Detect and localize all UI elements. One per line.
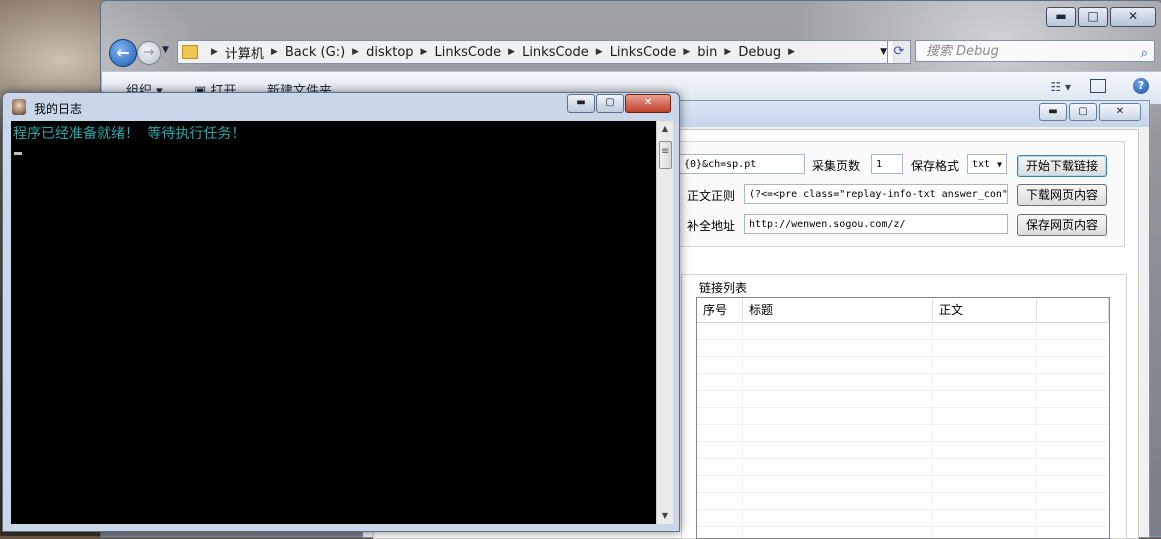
table-row <box>697 425 1109 442</box>
table-row <box>697 476 1109 493</box>
console-minimize-button[interactable]: ▬ <box>567 94 595 113</box>
history-dropdown-icon[interactable]: ▼ <box>162 45 169 55</box>
table-row <box>697 527 1109 538</box>
address-bar[interactable]: ▶ 计算机 ▶ Back (G:) ▶ disktop ▶ LinksCode … <box>177 40 894 64</box>
chevron-right-icon[interactable]: ▶ <box>683 47 690 57</box>
table-row <box>697 493 1109 510</box>
chevron-right-icon[interactable]: ▶ <box>352 47 359 57</box>
format-select[interactable]: txt ▼ <box>967 154 1007 174</box>
close-button[interactable]: ✕ <box>1110 7 1156 27</box>
regex-label: 正文正则 <box>687 189 736 203</box>
chevron-down-icon: ▼ <box>997 160 1002 169</box>
forward-arrow-icon[interactable]: → <box>137 41 161 65</box>
pages-input[interactable]: 1 <box>871 154 903 174</box>
console-scrollbar[interactable]: ▲ ▼ <box>656 121 673 524</box>
text-cursor <box>14 152 22 155</box>
breadcrumb-linkscode-3[interactable]: LinksCode <box>610 45 677 60</box>
chevron-right-icon[interactable]: ▶ <box>421 47 428 57</box>
start-download-links-button[interactable]: 开始下载链接 <box>1017 155 1107 177</box>
format-value: txt <box>972 159 991 170</box>
url-template-input[interactable]: {0}&ch=sp.pt <box>679 154 805 174</box>
app-minimize-button[interactable]: ▬ <box>1039 103 1067 121</box>
table-row <box>697 442 1109 459</box>
complete-url-label: 补全地址 <box>687 219 736 233</box>
scroll-up-icon[interactable]: ▲ <box>657 121 673 137</box>
scrollbar-thumb[interactable] <box>659 141 672 169</box>
column-header-index[interactable]: 序号 <box>697 298 743 322</box>
table-row <box>697 459 1109 476</box>
search-placeholder: 搜索 Debug <box>926 44 999 59</box>
breadcrumb-linkscode-2[interactable]: LinksCode <box>522 45 589 60</box>
console-output-text: 程序已经准备就绪！ 等待执行任务！ <box>13 126 246 142</box>
link-list-label: 链接列表 <box>697 279 750 296</box>
grid-body <box>697 323 1109 538</box>
minimize-button[interactable]: ▬ <box>1046 7 1076 27</box>
pages-label: 采集页数 <box>812 159 861 173</box>
app-avatar-icon <box>12 99 26 115</box>
explorer-caption-buttons: ▬ □ ✕ <box>1046 7 1156 27</box>
console-maximize-button[interactable]: ▢ <box>596 94 624 113</box>
grid-header: 序号 标题 正文 <box>697 298 1109 323</box>
scroll-down-icon[interactable]: ▼ <box>657 508 673 524</box>
column-header-title[interactable]: 标题 <box>743 298 933 322</box>
table-row <box>697 510 1109 527</box>
table-row <box>697 323 1109 340</box>
console-titlebar[interactable]: 我的日志 ▬ ▢ ✕ <box>3 93 679 121</box>
navigation-bar: ← → ▼ ▶ 计算机 ▶ Back (G:) ▶ disktop ▶ Link… <box>107 39 1156 67</box>
base-url-input[interactable]: http://wenwen.sogou.com/z/ <box>744 214 1008 234</box>
console-output-area[interactable]: 程序已经准备就绪！ 等待执行任务！ <box>11 121 656 524</box>
breadcrumb-linkscode-1[interactable]: LinksCode <box>434 45 501 60</box>
console-close-button[interactable]: ✕ <box>625 94 671 113</box>
chevron-right-icon[interactable]: ▶ <box>508 47 515 57</box>
column-header-content[interactable]: 正文 <box>933 298 1037 322</box>
address-dropdown-icon[interactable]: ▼ <box>880 47 887 57</box>
breadcrumb-computer[interactable]: 计算机 <box>225 43 264 62</box>
app-caption-buttons: ▬ ▢ ✕ <box>1039 103 1141 121</box>
download-page-content-button[interactable]: 下载网页内容 <box>1017 184 1107 206</box>
breadcrumb-bin[interactable]: bin <box>697 45 717 60</box>
folder-icon <box>182 45 198 59</box>
back-arrow-icon[interactable]: ← <box>109 39 137 67</box>
chevron-right-icon[interactable]: ▶ <box>211 47 218 57</box>
chevron-right-icon[interactable]: ▶ <box>724 47 731 57</box>
table-row <box>697 357 1109 374</box>
console-caption-buttons: ▬ ▢ ✕ <box>567 94 671 113</box>
table-row <box>697 391 1109 408</box>
save-page-content-button[interactable]: 保存网页内容 <box>1017 214 1107 236</box>
breadcrumb-drive[interactable]: Back (G:) <box>285 45 345 60</box>
preview-pane-icon[interactable] <box>1090 79 1106 93</box>
table-row <box>697 374 1109 391</box>
regex-input[interactable]: (?<=<pre class="replay-info-txt answer_c… <box>744 184 1008 204</box>
console-title: 我的日志 <box>34 102 83 116</box>
table-row <box>697 340 1109 357</box>
link-list-grid[interactable]: 序号 标题 正文 <box>696 297 1110 539</box>
breadcrumb-debug[interactable]: Debug <box>738 45 781 60</box>
format-label: 保存格式 <box>911 159 960 173</box>
console-window: 我的日志 ▬ ▢ ✕ 程序已经准备就绪！ 等待执行任务！ ▲ ▼ <box>2 92 680 532</box>
app-close-button[interactable]: ✕ <box>1099 103 1141 121</box>
help-icon[interactable]: ? <box>1133 78 1149 94</box>
app-maximize-button[interactable]: ▢ <box>1069 103 1097 121</box>
search-input[interactable]: 搜索 Debug ⌕ <box>915 40 1155 62</box>
maximize-button[interactable]: □ <box>1078 7 1108 27</box>
refresh-icon[interactable]: ⟳ <box>887 40 911 64</box>
column-header-filler <box>1037 298 1109 322</box>
chevron-right-icon[interactable]: ▶ <box>596 47 603 57</box>
chevron-right-icon[interactable]: ▶ <box>788 47 795 57</box>
view-options-icon[interactable]: ☷ ▾ <box>1050 80 1071 94</box>
search-icon[interactable]: ⌕ <box>1141 43 1148 65</box>
table-row <box>697 408 1109 425</box>
breadcrumb-disktop[interactable]: disktop <box>366 45 413 60</box>
chevron-right-icon[interactable]: ▶ <box>271 47 278 57</box>
